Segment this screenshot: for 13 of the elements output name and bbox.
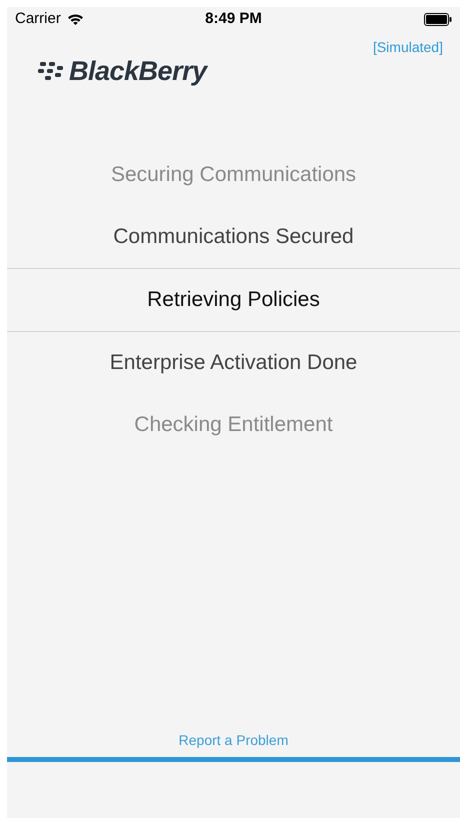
simulated-label: [Simulated]: [372, 38, 443, 57]
report-problem-link[interactable]: Report a Problem: [178, 730, 288, 751]
step-label: Retrieving Policies: [147, 287, 320, 314]
logo-text: BlackBerry: [69, 55, 207, 88]
clock: 8:49 PM: [205, 8, 262, 29]
battery-icon: [424, 12, 452, 26]
step-label: Enterprise Activation Done: [110, 350, 358, 376]
logo-icon: [37, 61, 65, 82]
wifi-icon: [66, 13, 84, 25]
carrier-label: Carrier: [15, 8, 61, 29]
step-label: Securing Communications: [110, 162, 356, 188]
step-label: Checking Entitlement: [134, 412, 333, 438]
step-label: Communications Secured: [113, 224, 354, 250]
